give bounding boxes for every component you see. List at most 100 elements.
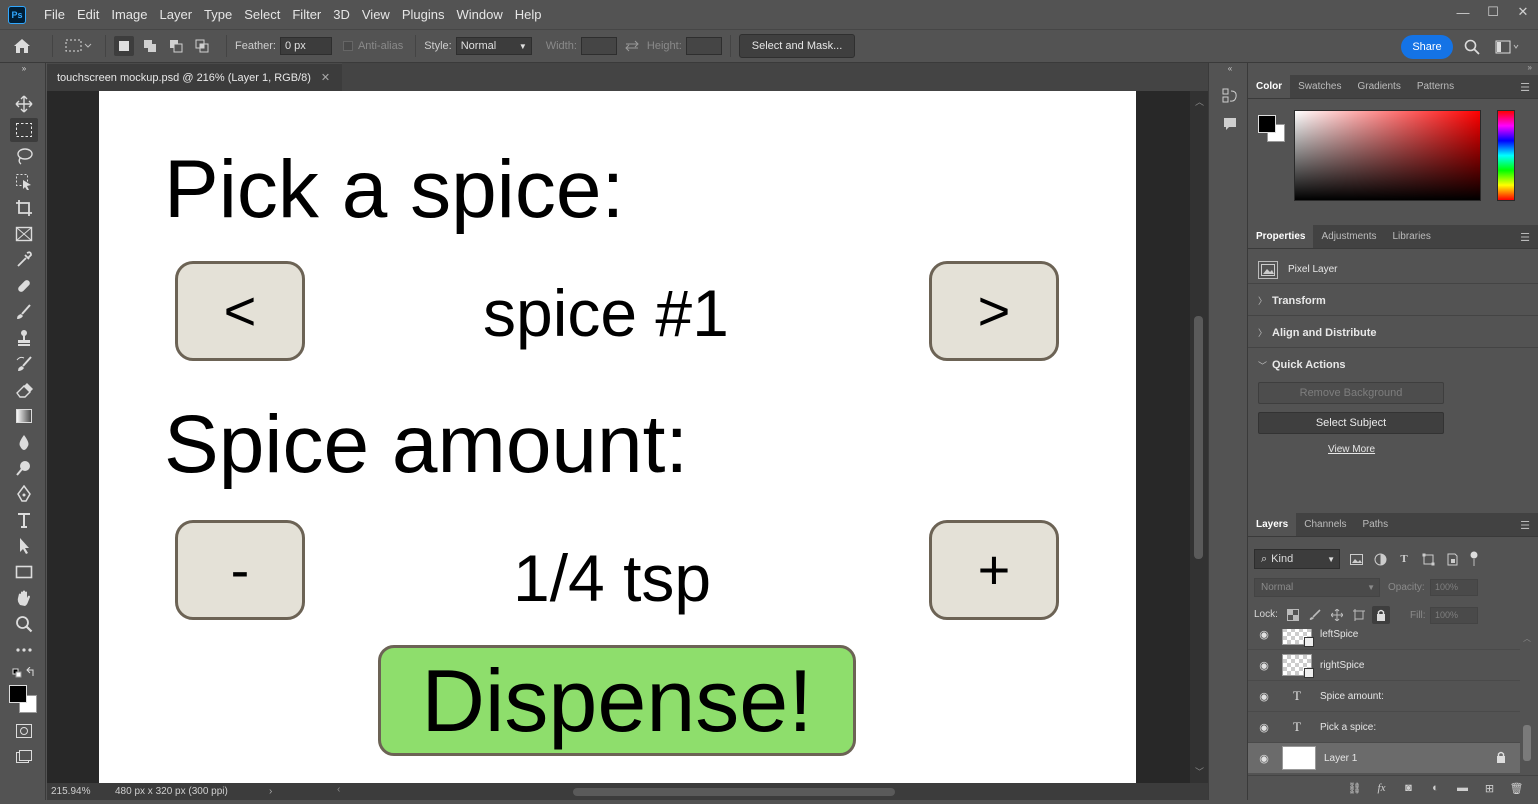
lock-transparent-pixels-icon[interactable] — [1284, 606, 1302, 624]
object-selection-tool-icon[interactable] — [10, 170, 38, 194]
screen-mode-icon[interactable] — [10, 745, 38, 769]
style-select[interactable]: Normal ▼ — [455, 37, 532, 55]
default-colors-icon[interactable] — [10, 665, 38, 681]
crop-tool-icon[interactable] — [10, 196, 38, 220]
dodge-tool-icon[interactable] — [10, 456, 38, 480]
healing-brush-tool-icon[interactable] — [10, 274, 38, 298]
pen-tool-icon[interactable] — [10, 482, 38, 506]
lock-all-icon[interactable] — [1372, 606, 1390, 624]
layer-kind-filter[interactable]: ⌕ Kind ▼ — [1254, 549, 1340, 569]
transform-section[interactable]: 〉 Transform — [1248, 286, 1538, 316]
path-selection-tool-icon[interactable] — [10, 534, 38, 558]
add-mask-icon[interactable]: ◙ — [1395, 782, 1422, 794]
tab-swatches[interactable]: Swatches — [1290, 75, 1349, 98]
menu-plugins[interactable]: Plugins — [396, 0, 451, 29]
tab-color[interactable]: Color — [1248, 75, 1291, 98]
layer-style-icon[interactable]: fx — [1368, 782, 1395, 794]
scroll-down-icon[interactable]: ﹀ — [1195, 765, 1204, 778]
layer-row[interactable]: ◉ T Pick a spice: — [1248, 712, 1520, 743]
workspace-icon[interactable] — [1494, 38, 1522, 56]
layers-scroll-thumb[interactable] — [1523, 725, 1531, 761]
foreground-color-swatch[interactable] — [1258, 115, 1276, 133]
add-to-selection-icon[interactable] — [140, 36, 160, 56]
eyedropper-tool-icon[interactable] — [10, 248, 38, 272]
filter-shape-icon[interactable] — [1420, 551, 1436, 567]
scroll-up-icon[interactable]: ︿ — [1195, 95, 1204, 108]
panel-menu-icon[interactable]: ☰ — [1520, 519, 1530, 532]
type-tool-icon[interactable] — [10, 508, 38, 532]
layer-row[interactable]: ◉ leftSpice — [1248, 629, 1520, 650]
menu-edit[interactable]: Edit — [71, 0, 105, 29]
select-and-mask-button[interactable]: Select and Mask... — [738, 34, 856, 58]
collapse-dock-icon[interactable]: « — [1219, 63, 1241, 73]
scroll-left-icon[interactable]: ‹ — [337, 784, 340, 795]
menu-type[interactable]: Type — [198, 0, 238, 29]
status-menu-icon[interactable]: › — [269, 786, 272, 797]
zoom-tool-icon[interactable] — [10, 612, 38, 636]
menu-file[interactable]: File — [38, 0, 71, 29]
width-input[interactable] — [580, 37, 617, 55]
gradient-tool-icon[interactable] — [10, 404, 38, 428]
link-layers-icon[interactable]: ⛓ — [1341, 782, 1368, 795]
blur-tool-icon[interactable] — [10, 430, 38, 454]
new-selection-icon[interactable] — [114, 36, 134, 56]
share-button[interactable]: Share — [1401, 35, 1453, 59]
view-more-link[interactable]: View More — [1328, 444, 1375, 455]
tab-gradients[interactable]: Gradients — [1349, 75, 1408, 98]
rectangular-marquee-tool-icon[interactable] — [10, 118, 38, 142]
layer-row[interactable]: ◉ rightSpice — [1248, 650, 1520, 681]
anti-alias-checkbox[interactable] — [342, 41, 354, 51]
clone-stamp-tool-icon[interactable] — [10, 326, 38, 350]
tab-properties[interactable]: Properties — [1248, 225, 1314, 248]
menu-layer[interactable]: Layer — [154, 0, 199, 29]
menu-filter[interactable]: Filter — [286, 0, 327, 29]
subtract-from-selection-icon[interactable] — [166, 36, 186, 56]
hue-slider[interactable] — [1497, 110, 1515, 201]
scroll-up-icon[interactable]: ︿ — [1523, 633, 1531, 644]
menu-image[interactable]: Image — [105, 0, 153, 29]
intersect-selection-icon[interactable] — [192, 36, 212, 56]
horizontal-scrollbar[interactable]: ‹ — [337, 784, 1207, 797]
menu-select[interactable]: Select — [238, 0, 286, 29]
swap-arrows-icon[interactable] — [617, 40, 647, 52]
new-adjustment-layer-icon[interactable]: ◐ — [1422, 782, 1449, 794]
hand-tool-icon[interactable] — [10, 586, 38, 610]
feather-input[interactable] — [279, 37, 332, 55]
align-distribute-section[interactable]: 〉 Align and Distribute — [1248, 318, 1538, 348]
filter-adjustment-icon[interactable] — [1372, 551, 1388, 567]
menu-help[interactable]: Help — [509, 0, 548, 29]
zoom-level[interactable]: 215.94% — [47, 786, 115, 797]
fill-input[interactable]: 100% — [1430, 607, 1478, 624]
more-tools-icon[interactable] — [10, 638, 38, 662]
eye-icon[interactable]: ◉ — [1248, 690, 1280, 703]
eye-icon[interactable]: ◉ — [1248, 721, 1280, 734]
vertical-scroll-thumb[interactable] — [1194, 316, 1203, 559]
panel-menu-icon[interactable]: ☰ — [1520, 81, 1530, 94]
tab-channels[interactable]: Channels — [1296, 513, 1354, 536]
rectangle-tool-icon[interactable] — [10, 560, 38, 584]
marquee-preset-icon[interactable] — [61, 39, 97, 53]
filter-smart-object-icon[interactable] — [1444, 551, 1460, 567]
tab-adjustments[interactable]: Adjustments — [1313, 225, 1384, 248]
remove-background-button[interactable]: Remove Background — [1258, 382, 1444, 404]
home-icon[interactable] — [0, 38, 44, 54]
foreground-color-swatch[interactable] — [9, 685, 27, 703]
lock-image-pixels-icon[interactable] — [1306, 606, 1324, 624]
quick-mask-icon[interactable] — [10, 719, 38, 743]
maximize-button[interactable]: ☐ — [1478, 0, 1508, 24]
filter-type-icon[interactable]: T — [1396, 551, 1412, 567]
canvas-area[interactable]: Pick a spice: < spice #1 > Spice amount:… — [47, 91, 1190, 783]
document-canvas[interactable]: Pick a spice: < spice #1 > Spice amount:… — [99, 91, 1136, 783]
history-brush-tool-icon[interactable] — [10, 352, 38, 376]
close-tab-icon[interactable]: ✕ — [321, 71, 330, 84]
layer-row[interactable]: ◉ T Spice amount: — [1248, 681, 1520, 712]
horizontal-scroll-thumb[interactable] — [573, 788, 895, 796]
new-group-icon[interactable]: ▬ — [1449, 782, 1476, 794]
menu-view[interactable]: View — [356, 0, 396, 29]
quick-actions-section[interactable]: ﹀ Quick Actions — [1248, 350, 1538, 380]
filter-toggle-icon[interactable] — [1466, 551, 1482, 567]
collapse-toolbar-icon[interactable]: » — [10, 63, 38, 73]
vertical-scrollbar[interactable]: ︿ ﹀ — [1190, 91, 1208, 783]
search-icon[interactable] — [1463, 38, 1481, 56]
tab-patterns[interactable]: Patterns — [1409, 75, 1462, 98]
